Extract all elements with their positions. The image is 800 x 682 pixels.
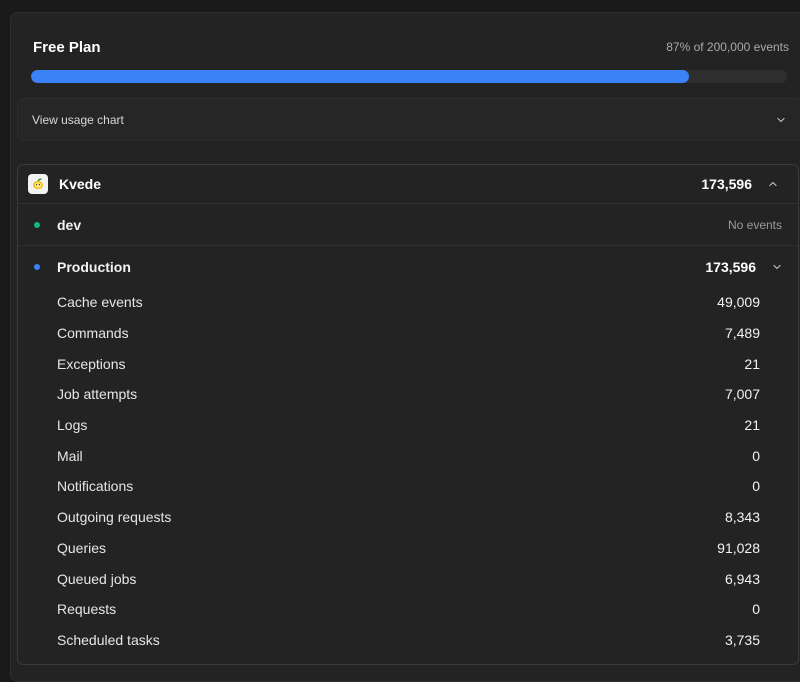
event-count: 6,943 [724,570,760,587]
event-count: 21 [744,417,760,434]
usage-card: Free Plan 87% of 200,000 events View usa… [10,12,800,682]
event-count: 0 [752,447,760,464]
view-usage-chart-label: View usage chart [32,112,124,127]
event-count: 8,343 [724,509,760,526]
chevron-down-icon [776,115,786,125]
view-usage-chart-toggle[interactable]: View usage chart [17,98,800,141]
event-name: Job attempts [57,386,138,403]
status-dot-dev [34,221,40,228]
list-item: Commands 7,489 [18,318,798,349]
list-item: Requests 0 [18,594,798,625]
env-name: dev [57,216,82,233]
event-count: 7,007 [724,386,760,403]
project-panel: Kvede 173,596 dev No events Production 1… [17,164,799,665]
event-name: Notifications [57,478,134,495]
event-count: 21 [744,355,760,372]
chevron-down-icon[interactable] [772,262,782,272]
usage-progress-fill [31,70,689,83]
env-meta: No events [727,217,782,232]
event-count: 3,735 [724,631,760,648]
status-dot-production [34,263,40,270]
event-count: 49,009 [717,294,760,311]
event-name: Requests [57,601,117,618]
event-count: 7,489 [724,325,760,342]
event-name: Queries [57,539,107,556]
chevron-up-icon[interactable] [768,179,778,189]
event-list: Cache events 49,009 Commands 7,489 Excepti… [18,287,798,655]
env-row-production[interactable]: Production 173,596 [18,246,798,287]
plan-usage-text: 87% of 200,000 events [666,40,789,54]
list-item: Notifications 0 [18,471,798,502]
project-header[interactable]: Kvede 173,596 [18,165,798,204]
lemon-logo-icon [28,174,48,194]
plan-header: Free Plan 87% of 200,000 events [33,35,789,59]
list-item: Scheduled tasks 3,735 [18,625,798,656]
event-name: Logs [57,417,88,434]
list-item: Mail 0 [18,440,798,471]
project-name: Kvede [59,176,102,192]
list-item: Logs 21 [18,410,798,441]
event-name: Scheduled tasks [57,631,160,648]
list-item: Exceptions 21 [18,348,798,379]
list-item: Cache events 49,009 [18,287,798,318]
list-item: Queued jobs 6,943 [18,563,798,594]
event-count: 0 [752,601,760,618]
plan-title: Free Plan [33,38,101,56]
list-item: Queries 91,028 [18,533,798,564]
env-total: 173,596 [705,258,756,275]
list-item: Outgoing requests 8,343 [18,502,798,533]
event-name: Cache events [57,294,143,311]
event-name: Mail [57,447,83,464]
event-name: Outgoing requests [57,509,172,526]
env-name: Production [57,258,131,275]
env-row-dev[interactable]: dev No events [18,204,798,246]
event-name: Commands [57,325,129,342]
event-count: 91,028 [717,539,760,556]
event-name: Exceptions [57,355,126,372]
event-count: 0 [752,478,760,495]
event-name: Queued jobs [57,570,137,587]
project-total: 173,596 [701,176,752,192]
list-item: Job attempts 7,007 [18,379,798,410]
usage-progress-bar [31,70,787,83]
